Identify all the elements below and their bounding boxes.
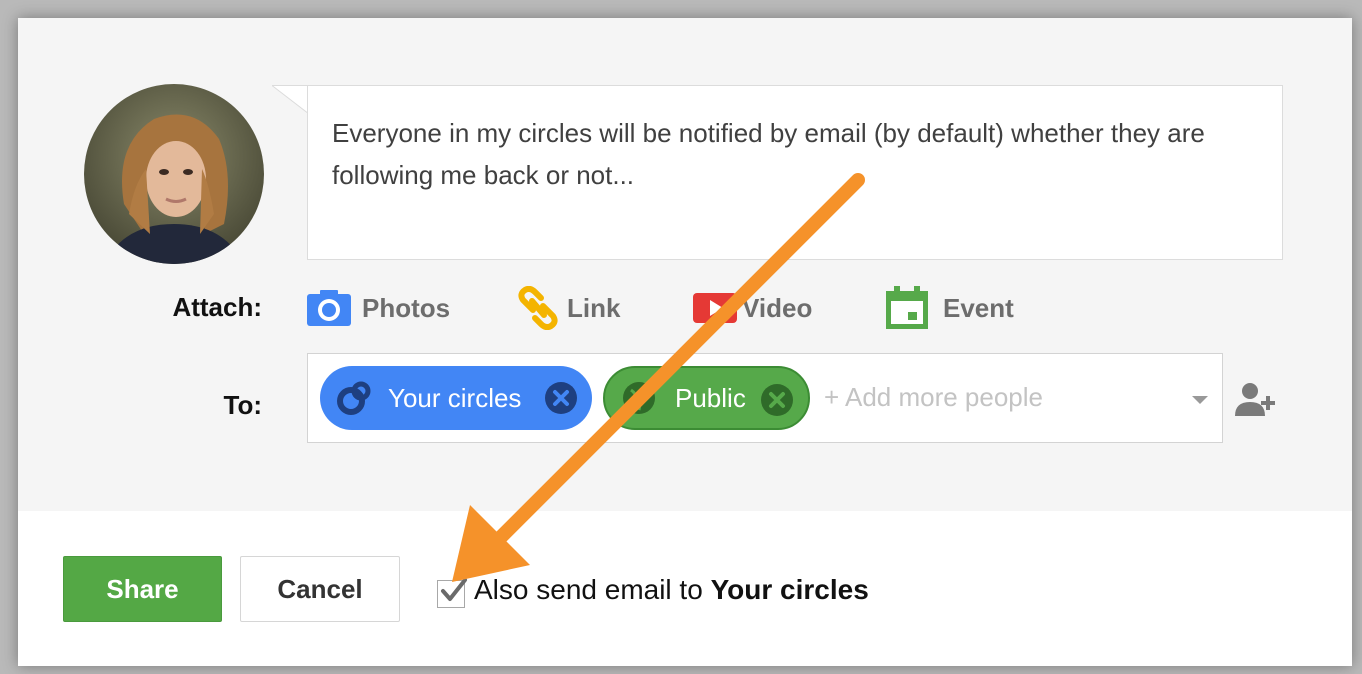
attach-link-label: Link: [567, 292, 621, 323]
attach-link-button[interactable]: Link: [515, 286, 621, 330]
attach-photos-button[interactable]: Photos: [306, 288, 450, 328]
circles-icon: [337, 381, 371, 415]
checkmark-icon: [441, 578, 467, 601]
avatar: [84, 84, 264, 264]
email-label-bold: Your circles: [710, 574, 869, 605]
calendar-icon: [886, 286, 928, 329]
globe-icon: [623, 382, 655, 414]
to-label: To:: [223, 390, 263, 420]
add-person-icon[interactable]: [1234, 380, 1276, 420]
share-button[interactable]: Share: [63, 556, 222, 622]
post-text-box[interactable]: Everyone in my circles will be notified …: [307, 85, 1283, 260]
attach-label: Attach:: [172, 292, 262, 322]
add-people-placeholder[interactable]: + Add more people: [824, 382, 1043, 413]
video-icon: [693, 293, 737, 323]
recipient-chip-your-circles[interactable]: Your circles: [320, 366, 592, 430]
link-icon: [518, 286, 558, 330]
recipients-input[interactable]: Your circles Public + Add more people: [307, 353, 1223, 443]
bubble-tail: [272, 85, 310, 115]
attach-photos-label: Photos: [362, 292, 451, 323]
chevron-down-icon[interactable]: [1192, 396, 1208, 404]
recipient-chip-public[interactable]: Public: [603, 366, 810, 430]
camera-icon: [307, 290, 351, 326]
attach-video-label: Video: [742, 292, 813, 323]
chip-label: Your circles: [388, 382, 522, 413]
attach-event-button[interactable]: Event: [884, 286, 1014, 329]
cancel-button[interactable]: Cancel: [240, 556, 400, 622]
remove-chip-icon[interactable]: [760, 383, 794, 417]
chip-label: Public: [675, 382, 746, 413]
remove-chip-icon[interactable]: [544, 381, 578, 415]
email-checkbox-label[interactable]: Also send email to Your circles: [474, 574, 869, 606]
attach-video-button[interactable]: Video: [692, 288, 812, 328]
email-label-prefix: Also send email to: [474, 574, 703, 605]
post-text: Everyone in my circles will be notified …: [332, 118, 1205, 190]
attach-event-label: Event: [943, 292, 1014, 323]
